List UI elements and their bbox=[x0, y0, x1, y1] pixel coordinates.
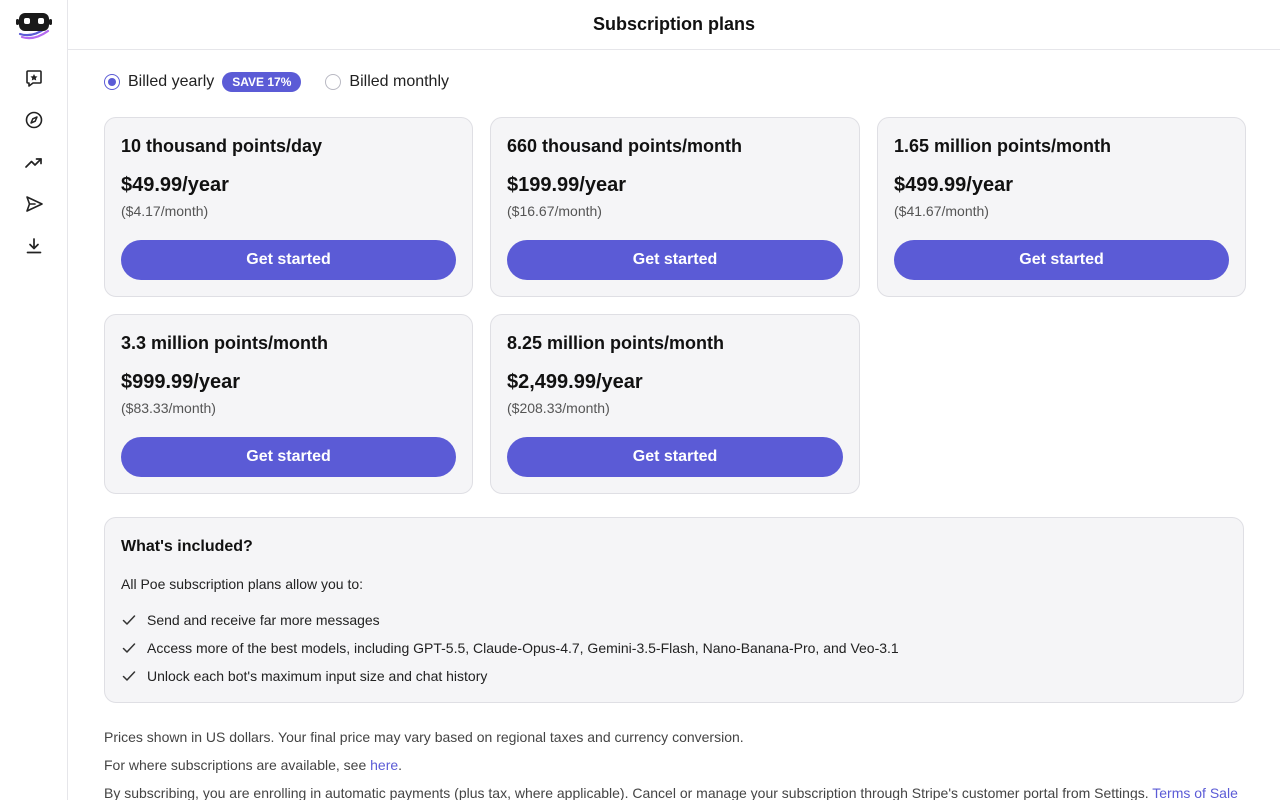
plan-price: $2,499.99/year bbox=[507, 371, 643, 393]
billed-monthly-radio[interactable] bbox=[325, 74, 342, 90]
plan-price: $999.99/year bbox=[121, 371, 241, 393]
terms-of-sale-link[interactable]: Terms of Sale bbox=[1152, 785, 1238, 800]
plan-monthly-price: ($83.33/month) bbox=[121, 400, 216, 416]
billed-monthly-label[interactable]: Billed monthly bbox=[349, 73, 449, 91]
plan-monthly-price: ($208.33/month) bbox=[507, 400, 610, 416]
poe-logo-icon[interactable] bbox=[16, 11, 52, 41]
chat-star-icon[interactable] bbox=[22, 66, 46, 90]
feature-text: Access more of the best models, includin… bbox=[147, 640, 899, 656]
page-title: Subscription plans bbox=[592, 14, 756, 34]
compass-icon[interactable] bbox=[22, 108, 46, 132]
billed-monthly-option[interactable]: Billed monthly bbox=[325, 73, 449, 91]
get-started-button[interactable]: Get started bbox=[507, 437, 843, 477]
get-started-button[interactable]: Get started bbox=[121, 437, 456, 477]
plan-card: 8.25 million points/month $2,499.99/year… bbox=[490, 314, 860, 494]
whats-included-intro: All Poe subscription plans allow you to: bbox=[121, 576, 364, 592]
send-icon[interactable] bbox=[22, 192, 46, 216]
plan-title: 1.65 million points/month bbox=[894, 136, 1112, 156]
currency-note: Prices shown in US dollars. Your final p… bbox=[104, 729, 744, 745]
checkmark-icon bbox=[121, 640, 137, 656]
get-started-button[interactable]: Get started bbox=[894, 240, 1229, 280]
availability-note: For where subscriptions are available, s… bbox=[104, 755, 1244, 783]
availability-link[interactable]: here bbox=[370, 757, 398, 773]
billing-period-selector: Billed yearly SAVE 17% Billed monthly bbox=[104, 70, 449, 94]
billed-yearly-label[interactable]: Billed yearly bbox=[128, 73, 214, 91]
sidebar bbox=[0, 0, 68, 800]
plan-card: 1.65 million points/month $499.99/year (… bbox=[877, 117, 1246, 297]
feature-text: Unlock each bot's maximum input size and… bbox=[147, 668, 488, 684]
plans-grid: 10 thousand points/day $49.99/year ($4.1… bbox=[104, 117, 1246, 494]
availability-prefix: For where subscriptions are available, s… bbox=[104, 757, 371, 773]
plan-card: 660 thousand points/month $199.99/year (… bbox=[490, 117, 860, 297]
feature-item: Access more of the best models, includin… bbox=[121, 634, 1227, 662]
plan-card: 3.3 million points/month $999.99/year ($… bbox=[104, 314, 473, 494]
feature-text: Send and receive far more messages bbox=[147, 612, 380, 628]
plan-title: 8.25 million points/month bbox=[507, 333, 725, 353]
plan-price: $49.99/year bbox=[121, 174, 229, 196]
plan-price: $499.99/year bbox=[894, 174, 1014, 196]
trending-up-icon[interactable] bbox=[22, 150, 46, 174]
plan-monthly-price: ($41.67/month) bbox=[894, 203, 989, 219]
billed-yearly-option[interactable]: Billed yearly SAVE 17% bbox=[104, 72, 302, 92]
save-badge: SAVE 17% bbox=[222, 72, 302, 92]
page-header: Subscription plans bbox=[68, 0, 1280, 50]
get-started-button[interactable]: Get started bbox=[121, 240, 456, 280]
whats-included-title: What's included? bbox=[121, 538, 253, 555]
autopay-text: By subscribing, you are enrolling in aut… bbox=[104, 785, 1153, 800]
feature-list: Send and receive far more messages Acces… bbox=[121, 606, 1227, 690]
plan-monthly-price: ($16.67/month) bbox=[507, 203, 602, 219]
plan-card: 10 thousand points/day $49.99/year ($4.1… bbox=[104, 117, 473, 297]
get-started-button[interactable]: Get started bbox=[507, 240, 843, 280]
checkmark-icon bbox=[121, 668, 137, 684]
download-icon[interactable] bbox=[22, 234, 46, 258]
plan-title: 3.3 million points/month bbox=[121, 333, 328, 353]
plan-price: $199.99/year bbox=[507, 174, 627, 196]
pricing-notes: Prices shown in US dollars. Your final p… bbox=[104, 727, 1244, 800]
availability-suffix: . bbox=[398, 757, 403, 773]
plan-title: 660 thousand points/month bbox=[507, 136, 743, 156]
autopay-note: By subscribing, you are enrolling in aut… bbox=[104, 783, 1244, 800]
checkmark-icon bbox=[121, 612, 137, 628]
plan-title: 10 thousand points/day bbox=[121, 136, 323, 156]
feature-item: Send and receive far more messages bbox=[121, 606, 1227, 634]
feature-item: Unlock each bot's maximum input size and… bbox=[121, 662, 1227, 690]
whats-included-panel: What's included? All Poe subscription pl… bbox=[104, 517, 1244, 703]
billed-yearly-radio[interactable] bbox=[104, 74, 120, 90]
plan-monthly-price: ($4.17/month) bbox=[121, 203, 209, 219]
